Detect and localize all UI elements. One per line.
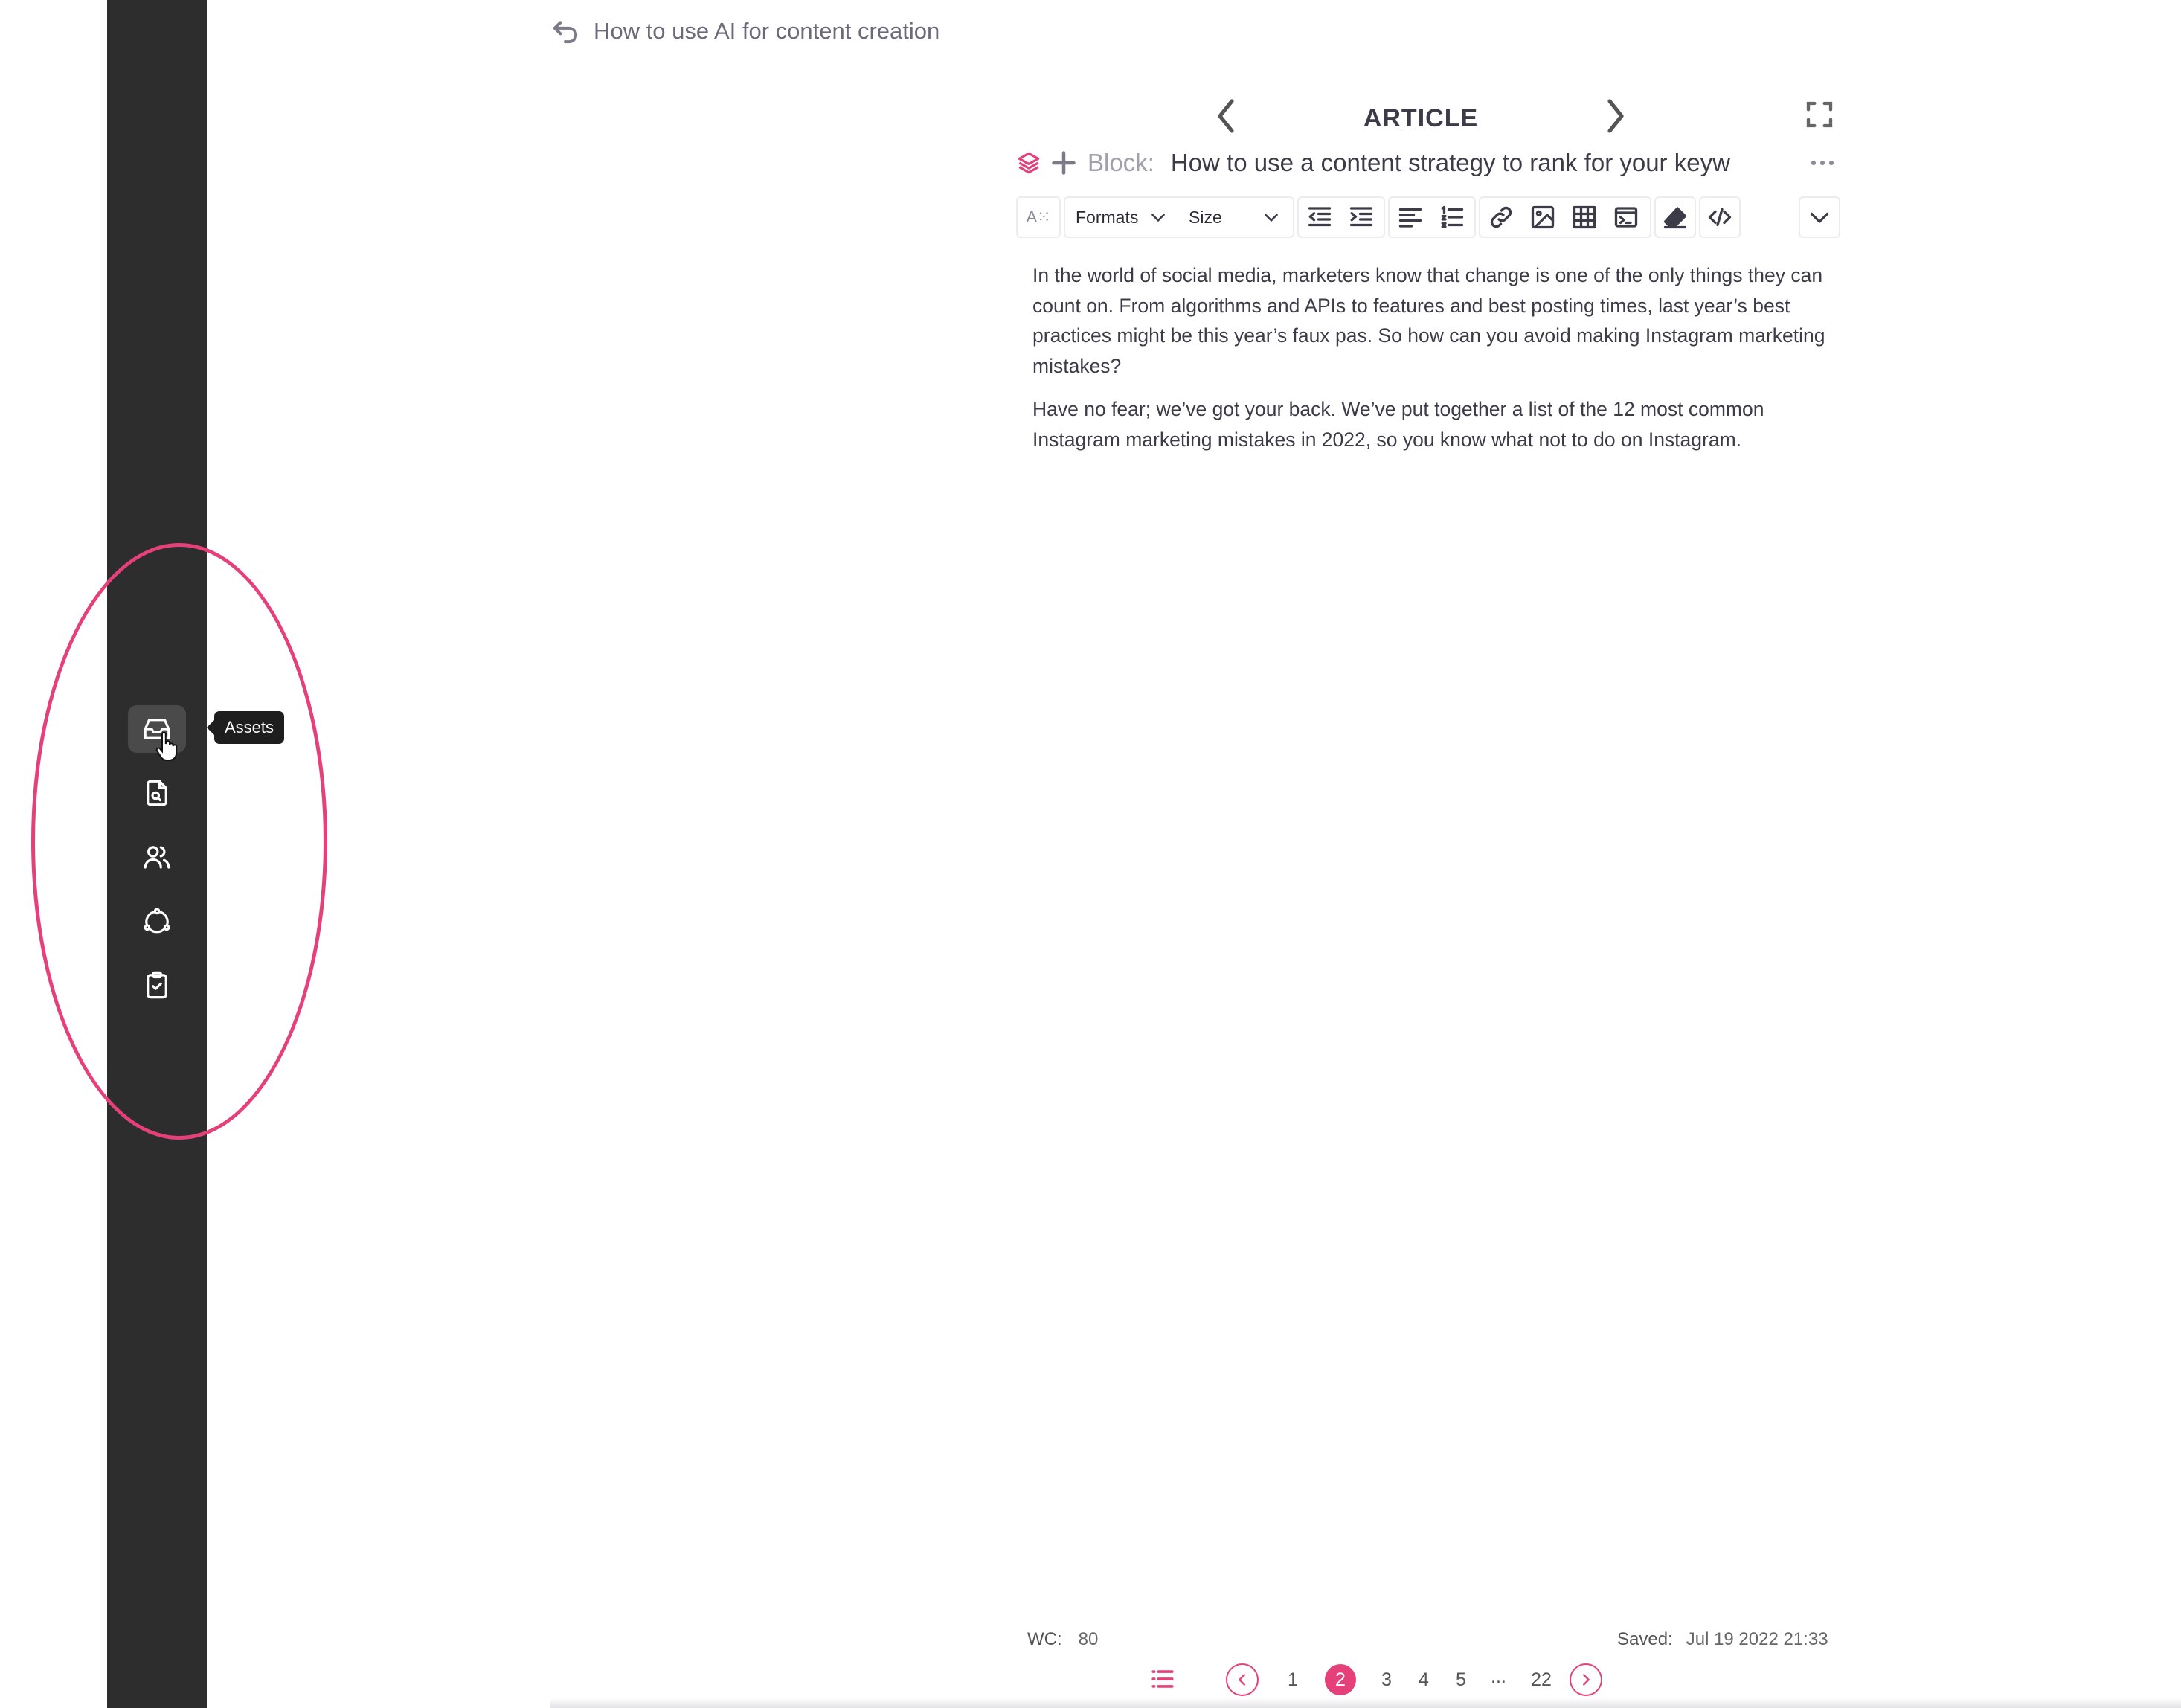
outdent-icon: [1308, 207, 1332, 227]
page-2-current[interactable]: 2: [1325, 1664, 1356, 1695]
previous-section-button[interactable]: [1212, 97, 1242, 135]
layers-icon: [1018, 152, 1040, 174]
word-count-value: 80: [1078, 1629, 1099, 1649]
dot-icon: [1811, 161, 1816, 165]
clear-format-button[interactable]: [1654, 196, 1696, 238]
saved-timestamp: Jul 19 2022 21:33: [1686, 1629, 1828, 1649]
page-3[interactable]: 3: [1370, 1663, 1403, 1696]
font-icon: A⁙: [1026, 208, 1051, 226]
block-header: Block: How to use a content strategy to …: [1016, 144, 1837, 182]
assets-tooltip: Assets: [206, 711, 285, 744]
toolbar-expand-button[interactable]: [1799, 196, 1840, 238]
sidebar-item-tasks[interactable]: [128, 961, 186, 1009]
chevron-down-icon: [1810, 212, 1829, 223]
chevron-right-icon: [1583, 1674, 1590, 1686]
formats-label: Formats: [1076, 207, 1139, 227]
dot-icon: [1820, 161, 1825, 165]
indent-icon: [1349, 207, 1373, 227]
align-left-button[interactable]: [1390, 198, 1431, 237]
word-count-label: WC:: [1027, 1629, 1062, 1649]
page-4[interactable]: 4: [1407, 1663, 1440, 1696]
expand-icon: [1806, 101, 1833, 128]
tooltip-text: Assets: [225, 718, 274, 736]
size-label: Size: [1189, 207, 1222, 227]
paragraph[interactable]: Have no fear; we’ve got your back. We’ve…: [1032, 394, 1836, 455]
file-search-icon: [147, 780, 167, 806]
block-label: Block:: [1088, 149, 1154, 176]
page-5[interactable]: 5: [1445, 1663, 1477, 1696]
block-title-field[interactable]: How to use a content strategy to rank fo…: [1171, 149, 1744, 177]
layers-button[interactable]: [1016, 150, 1041, 176]
table-icon: [1573, 205, 1596, 229]
sidebar-item-workflow[interactable]: [128, 897, 186, 945]
pagination-ellipsis: ...: [1491, 1666, 1506, 1687]
section-title: ARTICLE: [1363, 104, 1479, 132]
hand-cursor-icon: [155, 732, 178, 761]
page-1[interactable]: 1: [1276, 1663, 1309, 1696]
editor-content[interactable]: In the world of social media, marketers …: [1032, 260, 1836, 468]
insert-group: [1479, 196, 1651, 238]
table-button[interactable]: [1564, 198, 1605, 237]
numbered-list-button[interactable]: [1431, 198, 1473, 237]
back-link[interactable]: How to use AI for content creation: [550, 16, 939, 46]
chevron-left-icon: [1218, 99, 1234, 133]
editor-toolbar: A⁙ Formats Size: [1016, 196, 1840, 238]
size-dropdown[interactable]: Size: [1178, 198, 1291, 237]
source-code-button[interactable]: [1699, 196, 1741, 238]
formats-dropdown[interactable]: Formats: [1065, 198, 1178, 237]
chevron-down-icon: [1151, 214, 1165, 222]
page-last[interactable]: 22: [1520, 1663, 1562, 1696]
more-options-button[interactable]: [1808, 152, 1837, 174]
format-select-group: Formats Size: [1064, 196, 1294, 238]
numbered-list-icon: [1441, 205, 1464, 228]
embed-button[interactable]: [1605, 198, 1647, 237]
block-list-button[interactable]: [1150, 1666, 1175, 1692]
chevron-right-icon: [1607, 99, 1624, 133]
dot-icon: [1829, 161, 1834, 165]
link-button[interactable]: [1480, 198, 1522, 237]
chevron-down-icon: [1265, 214, 1278, 222]
indent-group: [1297, 196, 1385, 238]
plus-icon: [1052, 151, 1076, 175]
footer-shadow: [550, 1698, 2181, 1708]
word-count: WC: 80: [1027, 1629, 1098, 1650]
next-page-button[interactable]: [1570, 1663, 1602, 1696]
add-block-button[interactable]: [1050, 150, 1077, 176]
clipboard-check-icon: [147, 971, 167, 999]
sidebar-item-search-document[interactable]: [128, 769, 186, 817]
users-icon: [144, 846, 170, 869]
paragraph[interactable]: In the world of social media, marketers …: [1032, 260, 1836, 381]
indent-button[interactable]: [1340, 198, 1382, 237]
saved-status: Saved: Jul 19 2022 21:33: [1617, 1629, 1828, 1650]
document-title: How to use AI for content creation: [594, 18, 940, 44]
next-section-button[interactable]: [1599, 97, 1629, 135]
terminal-icon: [1614, 207, 1638, 228]
code-icon: [1708, 208, 1732, 227]
undo-arrow-icon: [553, 21, 578, 44]
image-button[interactable]: [1522, 198, 1564, 237]
image-icon: [1531, 205, 1555, 229]
list-icon: [1151, 1670, 1174, 1688]
outdent-button[interactable]: [1299, 198, 1340, 237]
previous-page-button[interactable]: [1226, 1663, 1259, 1696]
fullscreen-button[interactable]: [1805, 100, 1834, 129]
sidebar-item-users[interactable]: [128, 833, 186, 881]
saved-label: Saved:: [1617, 1629, 1673, 1649]
link-icon: [1490, 206, 1512, 228]
share-cycle-icon: [144, 908, 170, 934]
font-style-button[interactable]: A⁙: [1016, 196, 1061, 238]
align-left-icon: [1398, 208, 1422, 228]
chevron-left-icon: [1239, 1674, 1245, 1686]
alignment-group: [1388, 196, 1476, 238]
eraser-icon: [1663, 207, 1687, 229]
